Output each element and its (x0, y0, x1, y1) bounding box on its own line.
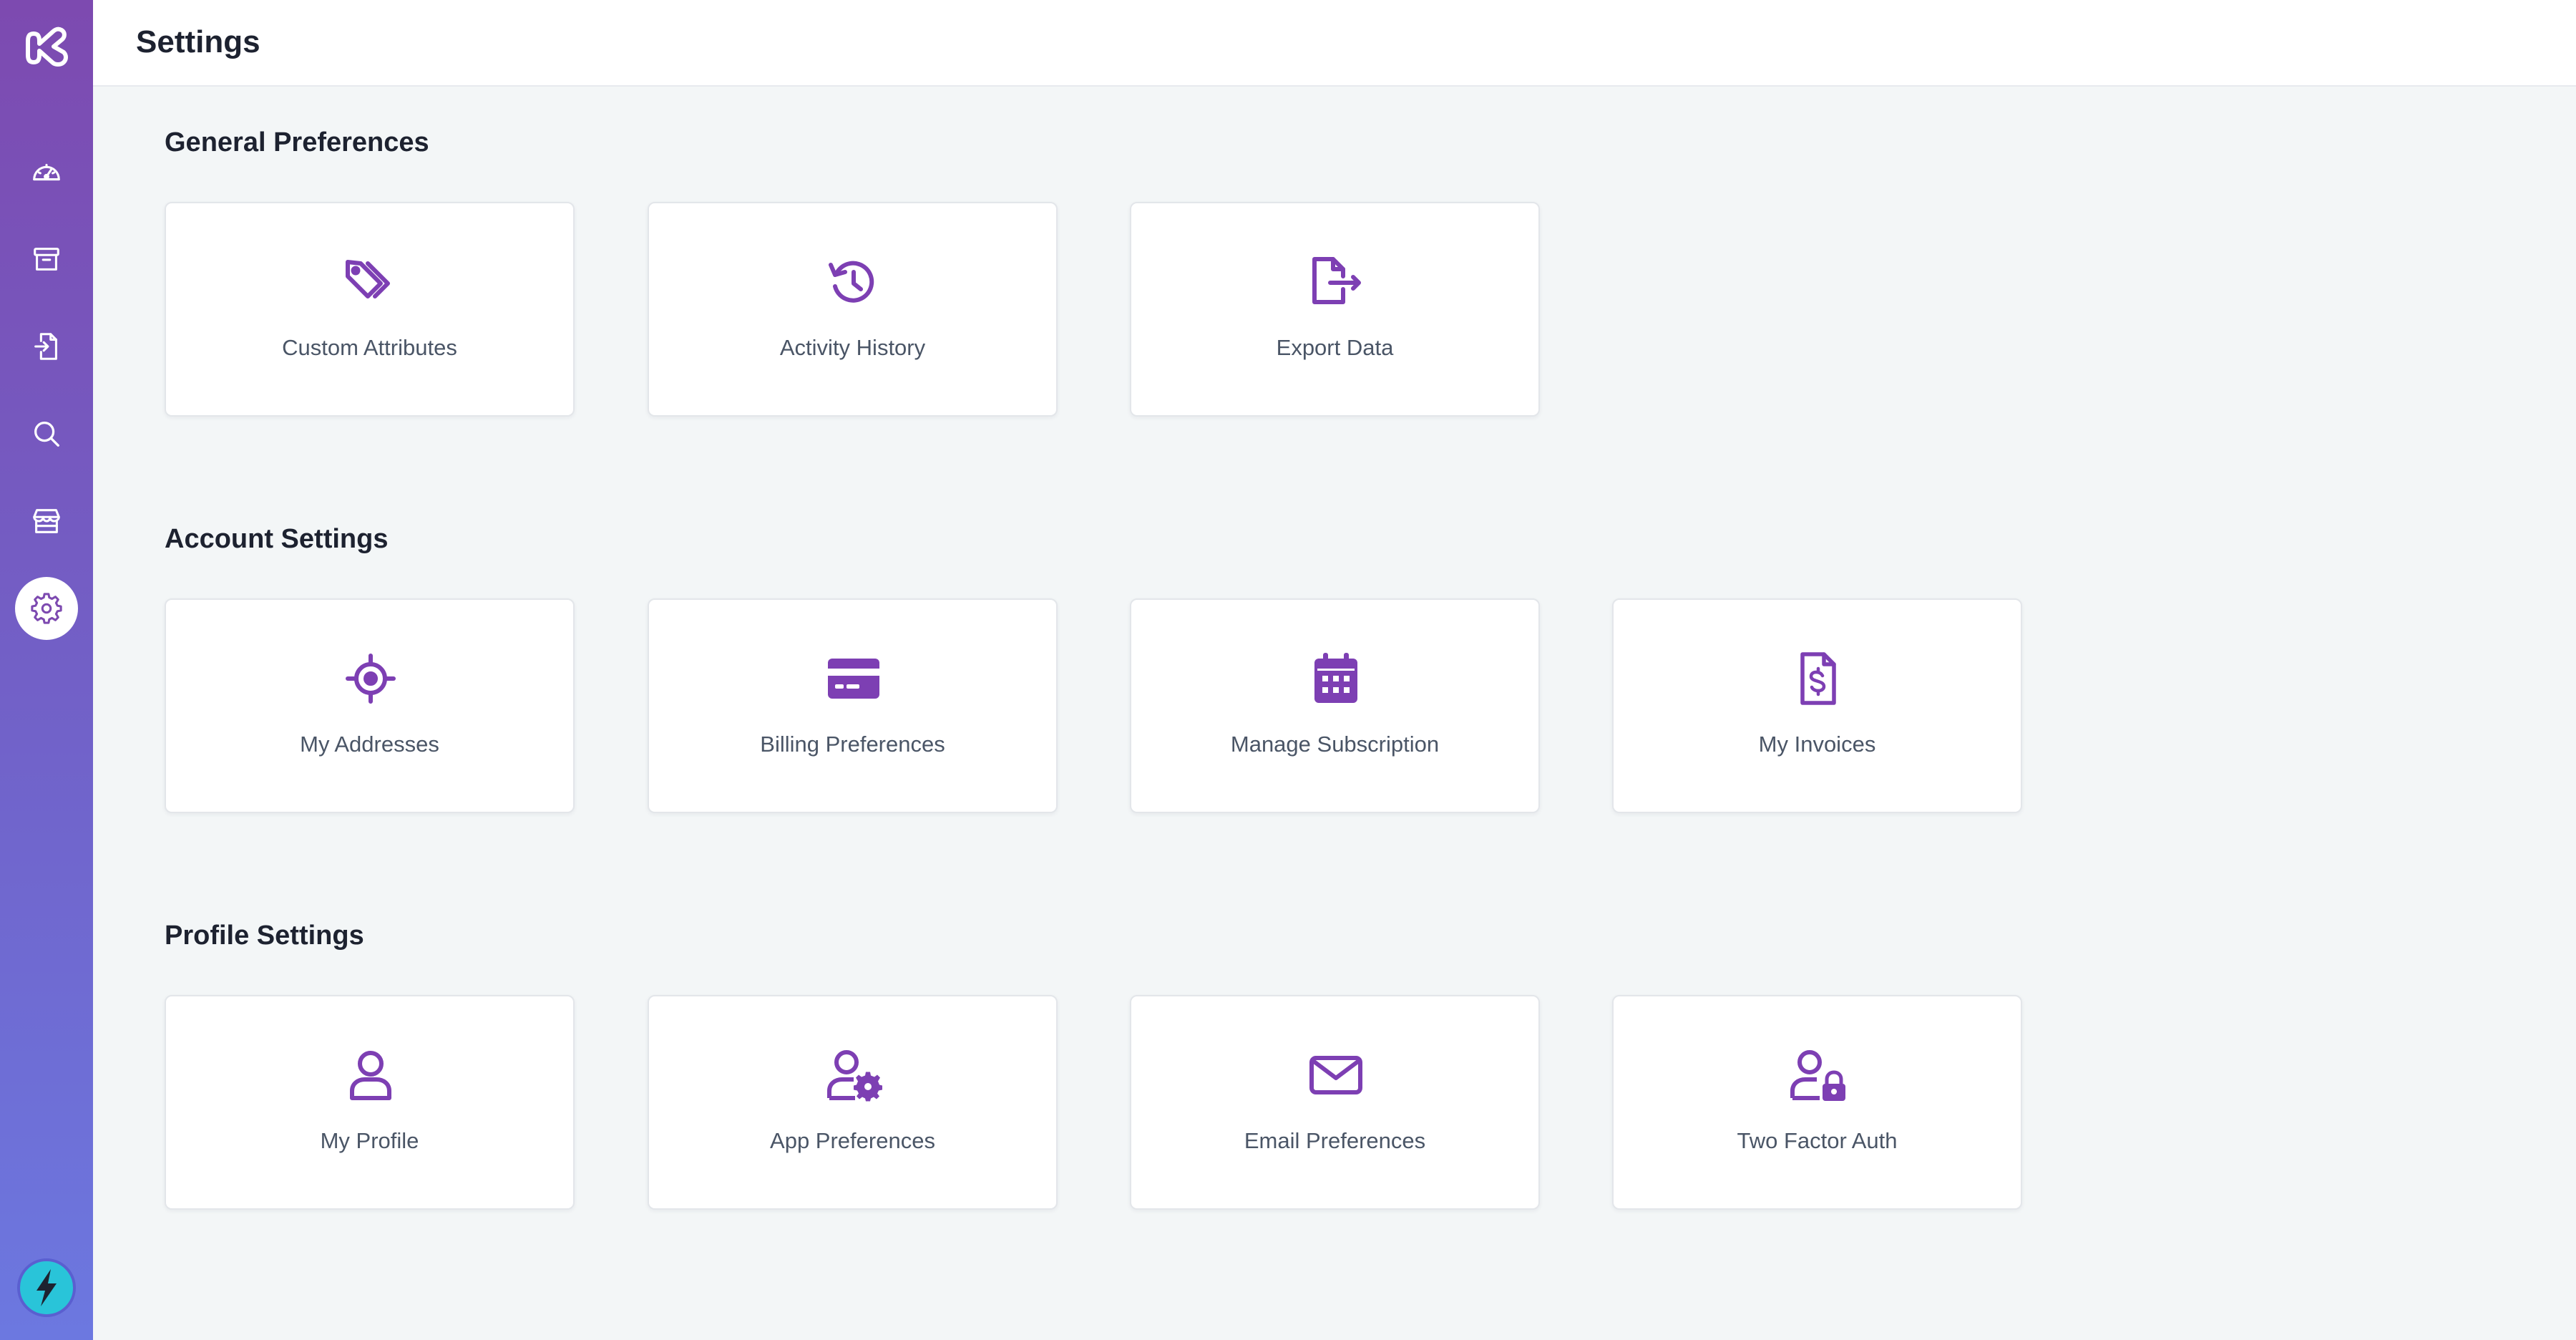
sidebar-item-search[interactable] (15, 402, 78, 465)
card-label: My Invoices (1758, 732, 1876, 757)
tags-icon (342, 253, 399, 311)
section-title-profile-settings: Profile Settings (165, 921, 364, 951)
card-two-factor-auth[interactable]: Two Factor Auth (1612, 995, 2022, 1210)
card-label: Activity History (779, 335, 926, 360)
card-label: My Addresses (300, 732, 439, 757)
card-my-invoices[interactable]: My Invoices (1612, 598, 2022, 813)
sidebar-item-store[interactable] (15, 490, 78, 553)
crosshair-location-icon (342, 650, 399, 707)
sidebar (0, 0, 93, 1340)
section-title-account-settings: Account Settings (165, 524, 389, 554)
sidebar-item-dashboard[interactable] (15, 141, 78, 204)
calendar-icon (1307, 650, 1365, 707)
card-label: Export Data (1276, 335, 1394, 360)
card-label: Manage Subscription (1230, 732, 1440, 757)
sidebar-item-settings[interactable] (15, 577, 78, 640)
card-email-preferences[interactable]: Email Preferences (1130, 995, 1540, 1210)
sidebar-item-archive[interactable] (15, 228, 78, 291)
card-label: Custom Attributes (282, 335, 457, 360)
user-icon (342, 1047, 399, 1104)
credit-card-icon (825, 650, 882, 707)
card-app-preferences[interactable]: App Preferences (648, 995, 1058, 1210)
app-logo-icon[interactable] (20, 21, 73, 74)
card-label: Two Factor Auth (1737, 1128, 1898, 1153)
card-label: Billing Preferences (760, 732, 945, 757)
card-activity-history[interactable]: Activity History (648, 202, 1058, 417)
card-custom-attributes[interactable]: Custom Attributes (165, 202, 575, 417)
envelope-icon (1307, 1047, 1365, 1104)
card-label: Email Preferences (1244, 1128, 1426, 1153)
gear-icon (31, 593, 62, 624)
file-import-icon (34, 333, 57, 360)
file-export-icon (1307, 253, 1365, 311)
card-label: My Profile (320, 1128, 419, 1153)
card-billing-preferences[interactable]: Billing Preferences (648, 598, 1058, 813)
history-icon (825, 253, 882, 311)
store-icon (33, 509, 60, 533)
invoice-dollar-icon (1790, 650, 1847, 707)
lightning-bolt-icon[interactable] (17, 1258, 76, 1317)
card-my-addresses[interactable]: My Addresses (165, 598, 575, 813)
archive-box-icon (34, 248, 59, 271)
user-gear-icon (825, 1047, 882, 1104)
top-header: Settings (93, 0, 2576, 87)
dashboard-gauge-icon (33, 163, 60, 181)
card-manage-subscription[interactable]: Manage Subscription (1130, 598, 1540, 813)
card-export-data[interactable]: Export Data (1130, 202, 1540, 417)
page-title: Settings (136, 24, 260, 59)
user-lock-icon (1790, 1047, 1847, 1104)
section-title-general-preferences: General Preferences (165, 127, 429, 157)
card-label: App Preferences (770, 1128, 935, 1153)
sidebar-item-import[interactable] (15, 315, 78, 378)
card-my-profile[interactable]: My Profile (165, 995, 575, 1210)
search-icon (34, 422, 59, 447)
